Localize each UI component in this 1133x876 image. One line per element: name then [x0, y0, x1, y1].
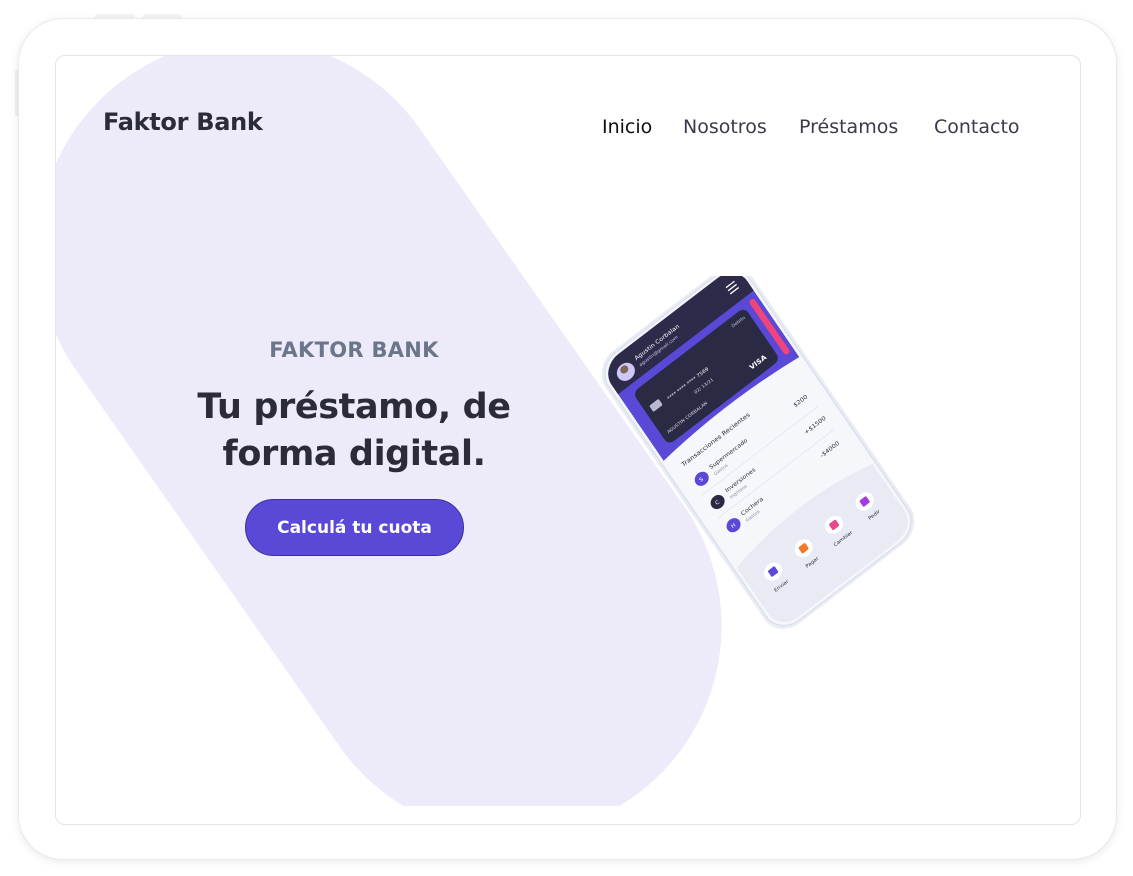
nav-link-nosotros[interactable]: Nosotros: [683, 116, 767, 138]
hero-kicker: FAKTOR BANK: [269, 338, 439, 362]
hero-text: FAKTOR BANK Tu préstamo, de forma digita…: [151, 338, 557, 478]
nav-link-prestamos[interactable]: Préstamos: [799, 116, 898, 138]
hero-headline-line-1: Tu préstamo, de: [197, 387, 511, 427]
nav-link-inicio[interactable]: Inicio: [602, 116, 652, 138]
hero-headline-line-2: forma digital.: [222, 434, 486, 474]
hero-headline: Tu préstamo, de forma digital.: [151, 384, 557, 478]
landing-page: Faktor Bank Inicio Nosotros Préstamos Co…: [55, 55, 1081, 825]
nav-link-contacto[interactable]: Contacto: [934, 116, 1020, 138]
phone-mockup: Agustin Corbalan agustin@gmail.com Debit…: [600, 276, 916, 632]
calculate-installment-button[interactable]: Calculá tu cuota: [245, 499, 464, 556]
main-nav: Inicio Nosotros Préstamos Contacto: [56, 116, 1080, 146]
